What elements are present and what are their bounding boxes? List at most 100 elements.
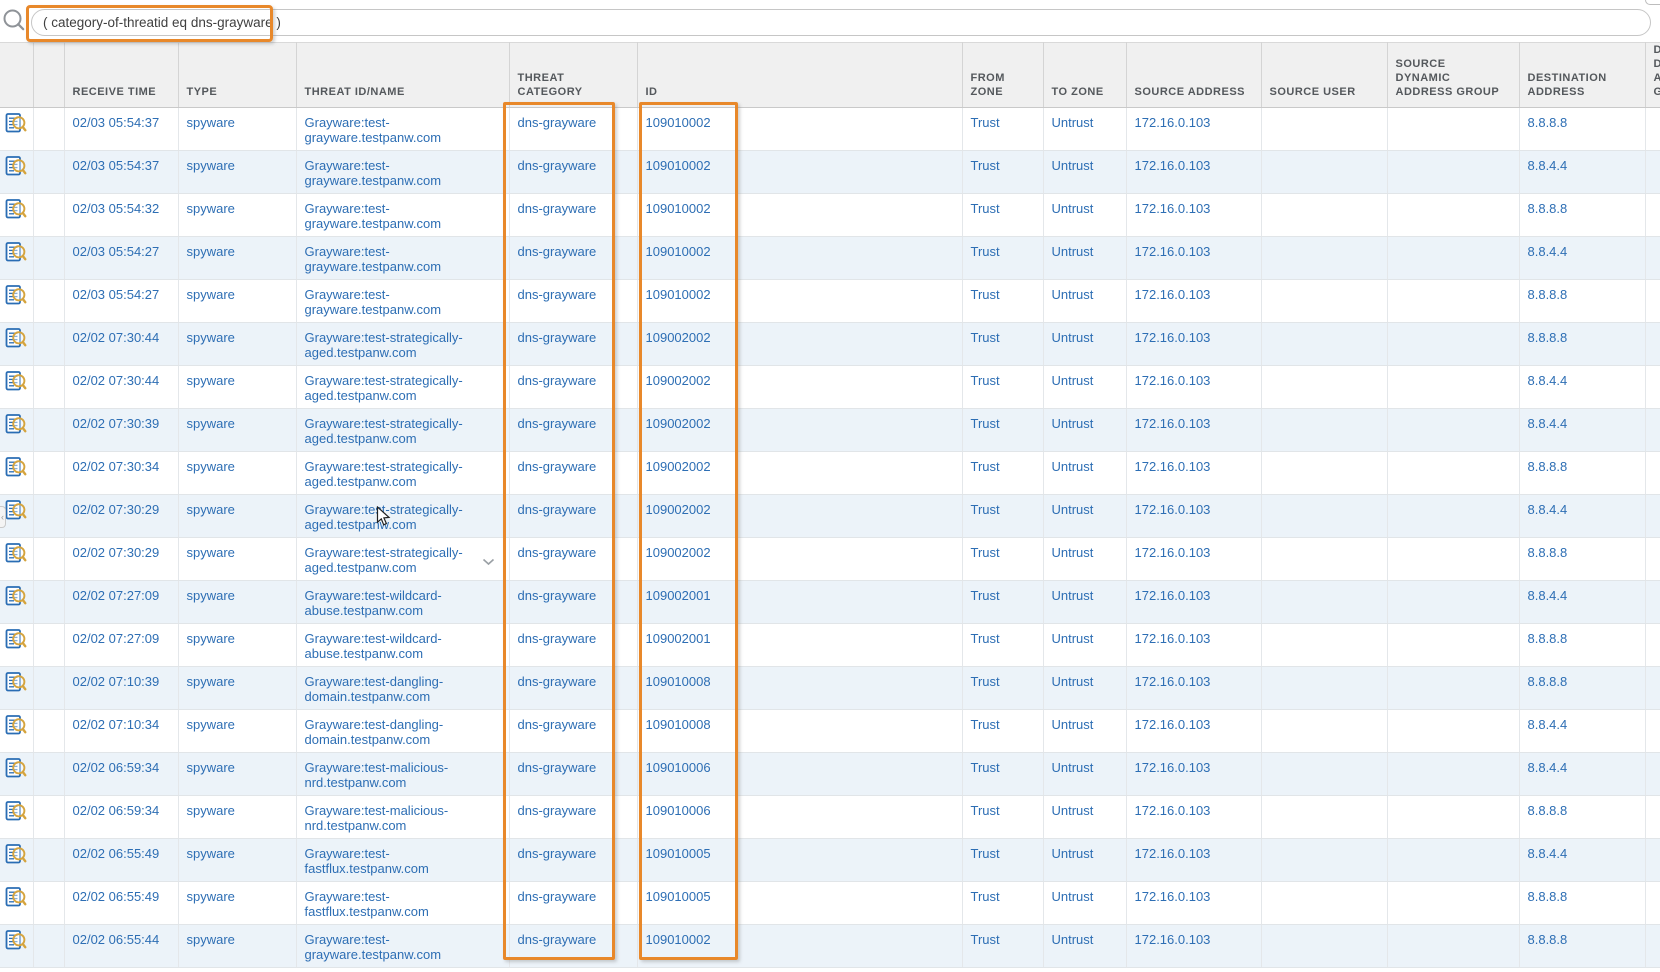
- log-detail-icon[interactable]: [5, 638, 27, 653]
- log-detail-icon[interactable]: [5, 552, 27, 567]
- log-detail-icon[interactable]: [5, 251, 27, 266]
- cell-destination-dynamic-address-group: [1645, 882, 1660, 925]
- detail-icon-cell: [0, 882, 33, 925]
- cell-receive-time: 02/02 07:10:34: [64, 710, 178, 753]
- cell-source-dynamic-address-group: [1387, 839, 1519, 882]
- cell-threat-name[interactable]: Grayware:test-strategically- aged.testpa…: [296, 366, 509, 409]
- column-header-receive-time[interactable]: RECEIVE TIME: [64, 43, 178, 108]
- cell-threat-category: dns-grayware: [509, 194, 637, 237]
- log-detail-icon[interactable]: [5, 208, 27, 223]
- column-header-detail-icon: [0, 43, 33, 108]
- column-header-from-zone[interactable]: FROM ZONE: [962, 43, 1043, 108]
- log-detail-icon[interactable]: [5, 423, 27, 438]
- detail-icon-cell: [0, 108, 33, 151]
- cell-id: 109010008: [637, 667, 962, 710]
- cell-source-dynamic-address-group: [1387, 581, 1519, 624]
- column-header-destination-dynamic-address-group[interactable]: DESTINATION DYNAMIC ADDRESS GROUP: [1645, 43, 1660, 108]
- cell-threat-name[interactable]: Grayware:test- grayware.testpanw.com: [296, 194, 509, 237]
- cell-source-dynamic-address-group: [1387, 151, 1519, 194]
- cell-destination-dynamic-address-group: [1645, 796, 1660, 839]
- log-detail-icon[interactable]: [5, 337, 27, 352]
- cell-destination-address: 8.8.8.8: [1519, 108, 1645, 151]
- cell-threat-name[interactable]: Grayware:test- grayware.testpanw.com: [296, 151, 509, 194]
- cell-threat-category: dns-grayware: [509, 237, 637, 280]
- cell-destination-address: 8.8.4.4: [1519, 151, 1645, 194]
- cell-to-zone: Untrust: [1043, 409, 1126, 452]
- log-detail-icon[interactable]: [5, 896, 27, 911]
- cell-threat-name[interactable]: Grayware:test-malicious- nrd.testpanw.co…: [296, 796, 509, 839]
- cell-source-dynamic-address-group: [1387, 194, 1519, 237]
- cell-destination-dynamic-address-group: [1645, 366, 1660, 409]
- cell-threat-name[interactable]: Grayware:test-dangling- domain.testpanw.…: [296, 710, 509, 753]
- log-detail-icon[interactable]: [5, 122, 27, 137]
- log-row: 02/02 07:30:44spywareGrayware:test-strat…: [0, 366, 1660, 409]
- log-detail-icon[interactable]: [5, 810, 27, 825]
- cell-threat-name[interactable]: Grayware:test-malicious- nrd.testpanw.co…: [296, 753, 509, 796]
- cell-destination-dynamic-address-group: [1645, 452, 1660, 495]
- cell-threat-name[interactable]: Grayware:test-strategically- aged.testpa…: [296, 409, 509, 452]
- search-icon[interactable]: [2, 8, 26, 37]
- cell-threat-name[interactable]: Grayware:test- grayware.testpanw.com: [296, 280, 509, 323]
- cell-threat-name[interactable]: Grayware:test-wildcard- abuse.testpanw.c…: [296, 581, 509, 624]
- log-detail-icon[interactable]: [5, 767, 27, 782]
- collapse-handle[interactable]: ‹: [0, 506, 6, 528]
- cell-threat-name[interactable]: Grayware:test-strategically- aged.testpa…: [296, 452, 509, 495]
- cell-source-dynamic-address-group: [1387, 108, 1519, 151]
- spacer-cell: [33, 796, 64, 839]
- cell-threat-name[interactable]: Grayware:test- grayware.testpanw.com: [296, 108, 509, 151]
- spacer-cell: [33, 237, 64, 280]
- log-detail-icon[interactable]: [5, 939, 27, 954]
- cell-source-user: [1261, 538, 1387, 581]
- column-header-source-address[interactable]: SOURCE ADDRESS: [1126, 43, 1261, 108]
- log-detail-icon[interactable]: [5, 595, 27, 610]
- spacer-cell: [33, 839, 64, 882]
- log-filter-input[interactable]: [31, 9, 1651, 36]
- log-detail-icon[interactable]: [5, 165, 27, 180]
- chevron-down-icon[interactable]: [482, 553, 495, 571]
- cell-threat-name[interactable]: Grayware:test- fastflux.testpanw.com: [296, 882, 509, 925]
- cell-threat-name[interactable]: Grayware:test- grayware.testpanw.com: [296, 237, 509, 280]
- cell-threat-name[interactable]: Grayware:test-strategically- aged.testpa…: [296, 495, 509, 538]
- cell-destination-dynamic-address-group: [1645, 581, 1660, 624]
- log-row: 02/02 06:55:49spywareGrayware:test- fast…: [0, 882, 1660, 925]
- cell-destination-address: 8.8.8.8: [1519, 882, 1645, 925]
- cell-threat-name[interactable]: Grayware:test-wildcard- abuse.testpanw.c…: [296, 624, 509, 667]
- cell-to-zone: Untrust: [1043, 753, 1126, 796]
- cell-to-zone: Untrust: [1043, 538, 1126, 581]
- column-header-to-zone[interactable]: TO ZONE: [1043, 43, 1126, 108]
- log-detail-icon[interactable]: [5, 681, 27, 696]
- cell-to-zone: Untrust: [1043, 237, 1126, 280]
- column-header-source-dynamic-address-group[interactable]: SOURCE DYNAMIC ADDRESS GROUP: [1387, 43, 1519, 108]
- cell-source-address: 172.16.0.103: [1126, 581, 1261, 624]
- spacer-cell: [33, 882, 64, 925]
- cell-to-zone: Untrust: [1043, 366, 1126, 409]
- cell-threat-name[interactable]: Grayware:test-dangling- domain.testpanw.…: [296, 667, 509, 710]
- column-header-type[interactable]: TYPE: [178, 43, 296, 108]
- log-detail-icon[interactable]: [5, 509, 27, 524]
- cell-destination-dynamic-address-group: [1645, 710, 1660, 753]
- cell-receive-time: 02/02 06:59:34: [64, 753, 178, 796]
- log-detail-icon[interactable]: [5, 466, 27, 481]
- cell-id: 109002001: [637, 581, 962, 624]
- cell-threat-name[interactable]: Grayware:test-strategically- aged.testpa…: [296, 538, 509, 581]
- log-detail-icon[interactable]: [5, 724, 27, 739]
- cell-type: spyware: [178, 409, 296, 452]
- column-header-threat-category[interactable]: THREAT CATEGORY: [509, 43, 637, 108]
- log-detail-icon[interactable]: [5, 380, 27, 395]
- cell-threat-name[interactable]: Grayware:test- fastflux.testpanw.com: [296, 839, 509, 882]
- column-header-threat-id-name[interactable]: THREAT ID/NAME: [296, 43, 509, 108]
- column-header-source-user[interactable]: SOURCE USER: [1261, 43, 1387, 108]
- cell-threat-category: dns-grayware: [509, 925, 637, 968]
- cell-source-user: [1261, 237, 1387, 280]
- log-detail-icon[interactable]: [5, 294, 27, 309]
- cell-id: 109002001: [637, 624, 962, 667]
- log-detail-icon[interactable]: [5, 853, 27, 868]
- cell-receive-time: 02/02 07:30:44: [64, 366, 178, 409]
- cell-type: spyware: [178, 753, 296, 796]
- cell-threat-name[interactable]: Grayware:test-strategically- aged.testpa…: [296, 323, 509, 366]
- cell-id: 109010002: [637, 280, 962, 323]
- cell-threat-name[interactable]: Grayware:test- grayware.testpanw.com: [296, 925, 509, 968]
- cell-threat-category: dns-grayware: [509, 753, 637, 796]
- column-header-id[interactable]: ID: [637, 43, 962, 108]
- column-header-destination-address[interactable]: DESTINATION ADDRESS: [1519, 43, 1645, 108]
